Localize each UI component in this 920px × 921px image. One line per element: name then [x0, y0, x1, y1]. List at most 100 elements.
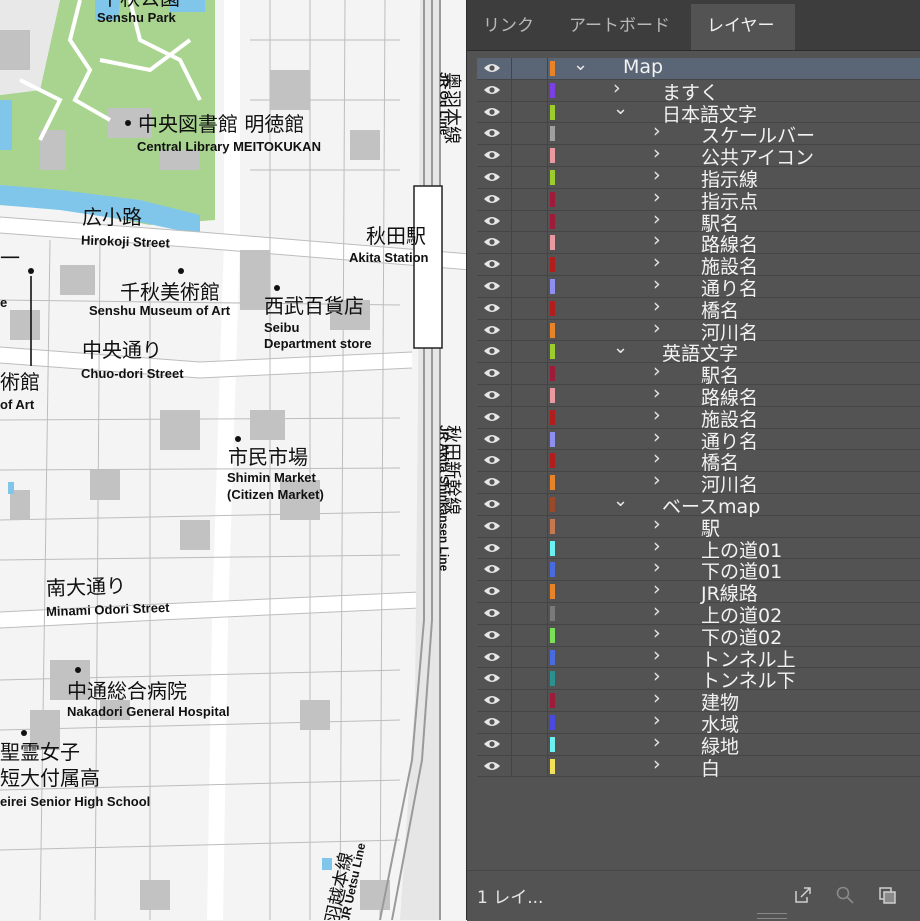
layer-row[interactable]: › スケールバー	[477, 120, 920, 147]
lock-toggle-cell[interactable]	[511, 712, 512, 733]
lock-toggle-cell[interactable]	[511, 145, 512, 166]
lock-toggle-cell[interactable]	[511, 537, 512, 559]
eye-icon[interactable]	[483, 760, 501, 772]
chevron-right-icon[interactable]: ›	[653, 556, 661, 578]
lock-toggle-cell[interactable]	[511, 210, 512, 232]
layer-name[interactable]: Map	[623, 56, 663, 78]
eye-icon[interactable]	[483, 672, 501, 684]
chevron-right-icon[interactable]: ›	[653, 709, 661, 731]
chevron-right-icon[interactable]: ›	[653, 382, 661, 404]
eye-icon[interactable]	[483, 106, 501, 118]
chevron-right-icon[interactable]: ›	[653, 295, 661, 317]
chevron-right-icon[interactable]: ›	[653, 535, 661, 557]
chevron-right-icon[interactable]: ›	[653, 251, 661, 273]
chevron-down-icon[interactable]: ⌄	[613, 98, 628, 119]
eye-icon[interactable]	[483, 324, 501, 336]
layer-row[interactable]: › 下の道02	[477, 622, 920, 649]
chevron-right-icon[interactable]: ›	[653, 229, 661, 251]
eye-icon[interactable]	[483, 302, 501, 314]
chevron-right-icon[interactable]: ›	[653, 687, 661, 709]
eye-icon[interactable]	[483, 716, 501, 728]
chevron-right-icon[interactable]: ›	[653, 426, 661, 448]
chevron-right-icon[interactable]: ›	[653, 164, 661, 186]
layer-row[interactable]: › トンネル上	[477, 644, 920, 671]
eye-icon[interactable]	[483, 411, 501, 423]
lock-toggle-cell[interactable]	[511, 297, 512, 319]
layer-row[interactable]: › 白	[477, 753, 920, 780]
lock-toggle-cell[interactable]	[511, 123, 512, 145]
layer-row[interactable]: › 指示線	[477, 164, 920, 191]
eye-icon[interactable]	[483, 258, 501, 270]
layer-row[interactable]: › 上の道02	[477, 600, 920, 627]
chevron-right-icon[interactable]: ›	[653, 731, 661, 753]
layer-row[interactable]: › 通り名	[477, 426, 920, 453]
layer-row[interactable]: › 公共アイコン	[477, 142, 920, 169]
layer-row[interactable]: › ますく	[477, 77, 920, 104]
layer-row[interactable]: › JR線路	[477, 578, 920, 605]
chevron-right-icon[interactable]: ›	[653, 665, 661, 687]
layer-row[interactable]: › 路線名	[477, 382, 920, 409]
chevron-right-icon[interactable]: ›	[653, 273, 661, 295]
eye-icon[interactable]	[483, 651, 501, 663]
lock-toggle-cell[interactable]	[511, 101, 512, 123]
chevron-right-icon[interactable]: ›	[653, 120, 661, 142]
eye-icon[interactable]	[483, 476, 501, 488]
lock-toggle-cell[interactable]	[511, 188, 512, 210]
eye-icon[interactable]	[483, 738, 501, 750]
eye-icon[interactable]	[483, 215, 501, 227]
layer-row[interactable]: › トンネル下	[477, 665, 920, 692]
layer-row[interactable]: › 駅名	[477, 360, 920, 387]
chevron-right-icon[interactable]: ›	[653, 186, 661, 208]
lock-toggle-cell[interactable]	[511, 341, 512, 363]
lock-toggle-cell[interactable]	[511, 406, 512, 428]
layer-row[interactable]: › 建物	[477, 687, 920, 714]
panel-resize-grip[interactable]	[757, 913, 787, 919]
eye-icon[interactable]	[483, 585, 501, 597]
chevron-right-icon[interactable]: ›	[653, 447, 661, 469]
eye-icon[interactable]	[483, 62, 501, 74]
lock-toggle-cell[interactable]	[511, 276, 512, 297]
layer-row[interactable]: › 指示点	[477, 186, 920, 213]
search-icon[interactable]	[835, 885, 855, 905]
eye-icon[interactable]	[483, 389, 501, 401]
layer-row[interactable]: › 水域	[477, 709, 920, 736]
chevron-right-icon[interactable]: ›	[653, 469, 661, 491]
chevron-right-icon[interactable]: ›	[653, 360, 661, 382]
map-canvas[interactable]: 千秋公園 Senshu Park 中央図書館 明徳館 Central Libra…	[0, 0, 466, 920]
eye-icon[interactable]	[483, 694, 501, 706]
chevron-right-icon[interactable]: ›	[653, 578, 661, 600]
lock-toggle-cell[interactable]	[511, 254, 512, 275]
eye-icon[interactable]	[483, 280, 501, 292]
layer-row[interactable]: › 緑地	[477, 731, 920, 758]
eye-icon[interactable]	[483, 236, 501, 248]
layer-row[interactable]: › 路線名	[477, 229, 920, 256]
eye-icon[interactable]	[483, 629, 501, 641]
lock-toggle-cell[interactable]	[511, 755, 512, 777]
layer-row[interactable]: › 河川名	[477, 469, 920, 496]
chevron-right-icon[interactable]: ›	[653, 208, 661, 230]
eye-icon[interactable]	[483, 520, 501, 532]
eye-icon[interactable]	[483, 193, 501, 205]
eye-icon[interactable]	[483, 367, 501, 379]
lock-toggle-cell[interactable]	[511, 646, 512, 668]
lock-toggle-cell[interactable]	[511, 167, 512, 188]
eye-icon[interactable]	[483, 498, 501, 510]
lock-toggle-cell[interactable]	[511, 385, 512, 406]
lock-toggle-cell[interactable]	[511, 79, 512, 101]
lock-toggle-cell[interactable]	[511, 559, 512, 581]
chevron-right-icon[interactable]: ›	[653, 142, 661, 164]
layer-row[interactable]: › 上の道01	[477, 535, 920, 562]
eye-icon[interactable]	[483, 607, 501, 619]
layer-row[interactable]: › 施設名	[477, 404, 920, 431]
layer-list[interactable]: ⌄ Map › ますく ⌄ 日本語文字 › スケールバー › 公共アイコン › 指示線 › 指示点 › 駅名 ›…	[477, 54, 920, 870]
chevron-right-icon[interactable]: ›	[653, 622, 661, 644]
layer-row[interactable]: ⌄ ベースmap	[477, 490, 920, 518]
lock-toggle-cell[interactable]	[511, 450, 512, 472]
chevron-right-icon[interactable]: ›	[653, 404, 661, 426]
layer-row[interactable]: ⌄ 英語文字	[477, 337, 920, 365]
lock-toggle-cell[interactable]	[511, 472, 512, 493]
export-icon[interactable]	[793, 885, 813, 905]
layer-row[interactable]: ⌄ Map	[477, 54, 920, 80]
lock-toggle-cell[interactable]	[511, 428, 512, 450]
lock-toggle-cell[interactable]	[511, 690, 512, 711]
